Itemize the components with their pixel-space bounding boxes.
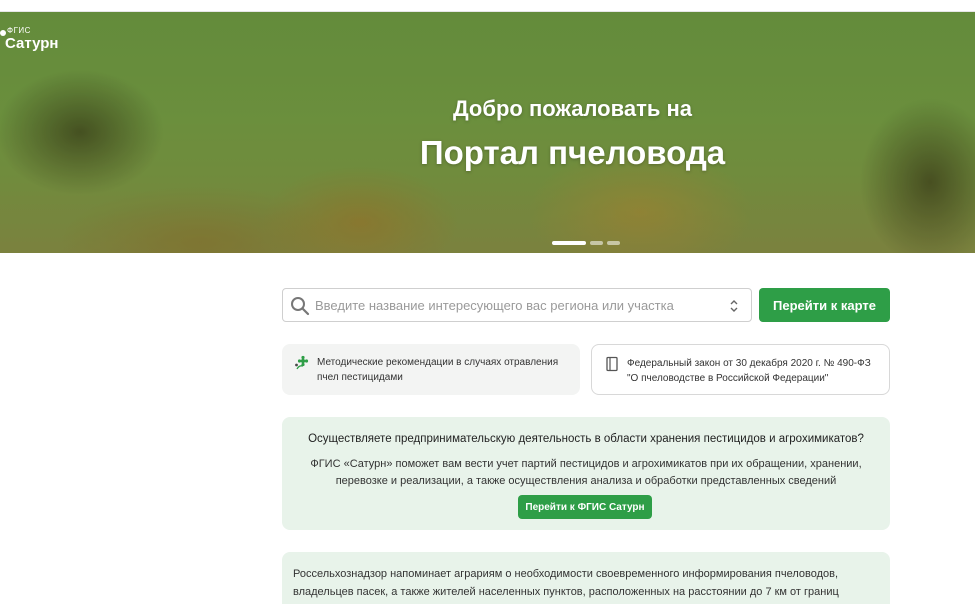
go-to-saturn-button[interactable]: Перейти к ФГИС Сатурн	[518, 495, 652, 519]
law-card[interactable]: Федеральный закон от 30 декабря 2020 г. …	[591, 344, 890, 395]
chevron-updown-icon[interactable]	[729, 299, 739, 313]
carousel-dot-1[interactable]	[552, 241, 586, 245]
notice-block: Россельхознадзор напоминает аграриям о н…	[282, 552, 890, 604]
logo-small-text: ФГИС	[7, 26, 31, 35]
carousel-indicators	[552, 241, 620, 246]
notice-text: Россельхознадзор напоминает аграриям о н…	[293, 568, 839, 598]
carousel-dot-3[interactable]	[607, 241, 620, 245]
hero-greeting: Добро пожаловать на	[452, 96, 693, 121]
guide-card-text: Методические рекомендации в случаях отра…	[317, 357, 559, 383]
region-search[interactable]	[282, 288, 752, 322]
go-to-map-button[interactable]: Перейти к карте	[759, 288, 890, 322]
top-bar	[0, 0, 975, 12]
document-icon	[606, 356, 618, 372]
hero-banner: ФГИС Сатурн Добро пожаловать на Портал п…	[0, 12, 975, 253]
promo-title: Осуществляете предпринимательскую деятел…	[308, 433, 864, 445]
promo-text: ФГИС «Сатурн» поможет вам вести учет пар…	[310, 458, 862, 487]
bee-flower-icon	[295, 355, 309, 370]
logo-title: Сатурн	[5, 35, 59, 52]
guide-card-pesticides[interactable]: Методические рекомендации в случаях отра…	[282, 344, 580, 395]
search-icon	[291, 297, 310, 316]
law-card-text: Федеральный закон от 30 декабря 2020 г. …	[627, 358, 871, 384]
carousel-dot-2[interactable]	[590, 241, 603, 245]
search-input[interactable]	[315, 289, 715, 321]
saturn-promo-block: Осуществляете предпринимательскую деятел…	[282, 417, 890, 530]
hero-title: Портал пчеловода	[419, 134, 726, 171]
